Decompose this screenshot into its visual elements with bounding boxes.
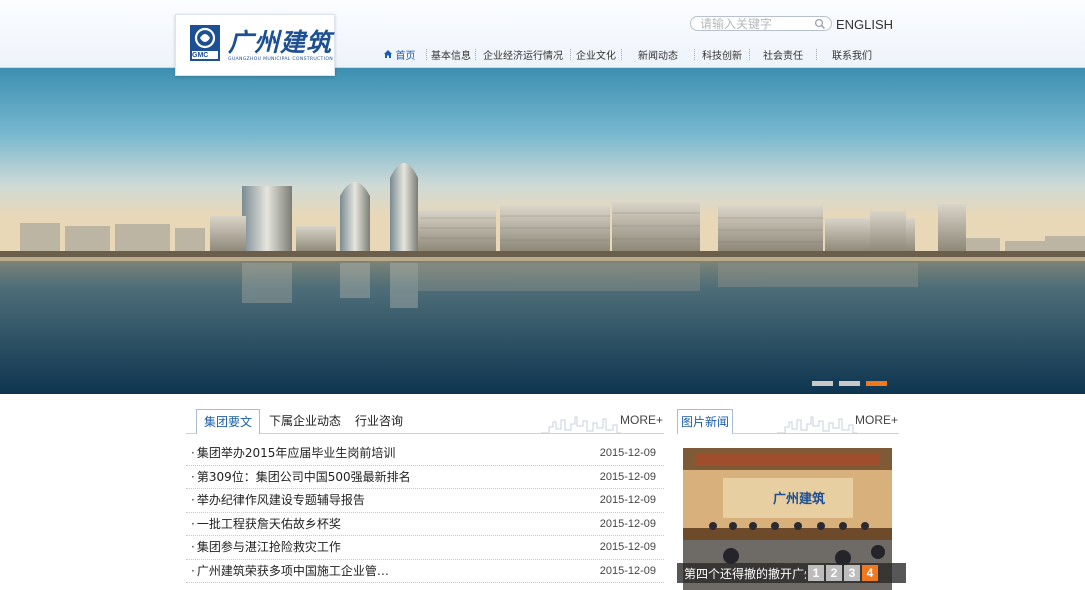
news-date: 2015-12-09 bbox=[599, 470, 656, 483]
site-header: ENGLISH 首页 基本信息企业经济运行情况 企业文化 新闻动态 科技创新 社会责任 联系… bbox=[0, 0, 1085, 68]
banner-pager bbox=[812, 381, 887, 386]
news-title-link[interactable]: 举办纪律作风建设专题辅导报告 bbox=[191, 489, 365, 512]
news-date: 2015-12-09 bbox=[599, 447, 656, 459]
news-date: 2015-12-09 bbox=[599, 494, 656, 506]
picture-page-3[interactable]: 3 bbox=[844, 565, 860, 581]
news-list-item[interactable]: 集团举办2015年应届毕业生岗前培训 2015-12-09 bbox=[186, 442, 664, 466]
news-more-link[interactable]: MORE+ bbox=[620, 413, 663, 427]
picture-page-1[interactable]: 1 bbox=[808, 565, 824, 581]
news-date: 2015-12-09 bbox=[599, 517, 656, 530]
picture-news-more-link[interactable]: MORE+ bbox=[855, 413, 898, 427]
nav-item-label: 首页 bbox=[395, 50, 416, 62]
nav-item-1[interactable]: 基本信息 bbox=[427, 47, 475, 62]
hero-banner[interactable] bbox=[0, 68, 1085, 394]
nav-item-6[interactable]: 社会责任 bbox=[750, 47, 816, 62]
english-link[interactable]: ENGLISH bbox=[836, 17, 893, 32]
news-tab-2[interactable]: 行业咨询 bbox=[348, 409, 410, 433]
news-panel: MORE+ 集团要文下属企业动态行业咨询 集团举办2015年应届毕业生岗前培训 2… bbox=[186, 406, 664, 584]
news-list-item[interactable]: 广州建筑荣获多项中国施工企业管… 2015-12-09 bbox=[186, 560, 664, 583]
news-title-link[interactable]: 第309位：集团公司中国500强最新排名 bbox=[191, 466, 411, 489]
banner-dot-1[interactable] bbox=[812, 381, 833, 386]
news-title-link[interactable]: 一批工程获詹天佑故乡杯奖 bbox=[191, 513, 341, 536]
nav-item-label: 新闻动态 bbox=[638, 50, 678, 62]
nav-item-label: 基本信息 bbox=[431, 50, 471, 62]
nav-item-3[interactable]: 企业文化 bbox=[571, 47, 621, 62]
news-date: 2015-12-09 bbox=[599, 564, 656, 577]
news-list-item[interactable]: 一批工程获詹天佑故乡杯奖 2015-12-09 bbox=[186, 513, 664, 536]
nav-item-label: 企业文化 bbox=[576, 50, 616, 62]
picture-news-caption[interactable]: 第四个还得撤的撤开广州建筑 bbox=[684, 565, 806, 582]
skyline-decoration-icon bbox=[541, 416, 621, 434]
picture-news-panel: 图片新闻 MORE+ 广州建筑 第四个还得撤的撤开广州建筑 12 bbox=[677, 406, 906, 590]
news-list: 集团举办2015年应届毕业生岗前培训2015-12-09第309位：集团公司中国… bbox=[186, 442, 664, 583]
photo-banner-logo-text: 广州建筑 bbox=[773, 492, 826, 507]
picture-page-4[interactable]: 4 bbox=[862, 565, 878, 581]
news-title-link[interactable]: 集团参与湛江抢险救灾工作 bbox=[191, 536, 341, 559]
site-logo[interactable]: GMC 广州建筑 GUANGZHOU MUNICIPAL CONSTRUCTIO… bbox=[175, 14, 335, 76]
banner-dot-3[interactable] bbox=[866, 381, 887, 386]
home-icon bbox=[383, 50, 392, 58]
picture-news-caption-bar: 第四个还得撤的撤开广州建筑 1234 bbox=[677, 563, 906, 583]
news-tab-0[interactable]: 集团要文 bbox=[196, 409, 261, 435]
news-list-item[interactable]: 举办纪律作风建设专题辅导报告 2015-12-09 bbox=[186, 489, 664, 513]
banner-image bbox=[0, 68, 1085, 394]
nav-item-5[interactable]: 科技创新 bbox=[695, 47, 749, 62]
picture-page-2[interactable]: 2 bbox=[826, 565, 842, 581]
news-title-link[interactable]: 广州建筑荣获多项中国施工企业管… bbox=[191, 560, 389, 583]
news-list-item[interactable]: 第309位：集团公司中国500强最新排名 2015-12-09 bbox=[186, 466, 664, 489]
banner-dot-2[interactable] bbox=[839, 381, 860, 386]
search-input[interactable] bbox=[700, 17, 812, 30]
main-nav: 首页 基本信息 企业经济运行情况 企业文化 新闻动态 科技创新 社会责任 联系我们 bbox=[372, 46, 887, 62]
skyline-decoration-icon bbox=[777, 416, 857, 434]
picture-news-tab[interactable]: 图片新闻 bbox=[677, 409, 734, 435]
nav-item-0[interactable]: 首页 bbox=[372, 47, 426, 62]
search-icon[interactable] bbox=[814, 18, 826, 30]
news-list-item[interactable]: 集团参与湛江抢险救灾工作 2015-12-09 bbox=[186, 536, 664, 560]
nav-item-7[interactable]: 联系我们 bbox=[817, 47, 887, 62]
nav-item-label: 企业经济运行情况 bbox=[483, 50, 563, 62]
nav-item-label: 科技创新 bbox=[702, 50, 742, 62]
news-date: 2015-12-09 bbox=[599, 541, 656, 553]
logo-subtitle: GUANGZHOU MUNICIPAL CONSTRUCTION bbox=[228, 57, 333, 62]
news-tab-1[interactable]: 下属企业动态 bbox=[262, 409, 348, 433]
picture-news-pager: 1234 bbox=[808, 565, 878, 581]
nav-item-4[interactable]: 新闻动态 bbox=[622, 47, 694, 62]
logo-wordmark: 广州建筑 bbox=[228, 28, 333, 57]
logo-badge-text: GMC bbox=[192, 52, 209, 59]
nav-item-label: 联系我们 bbox=[832, 50, 872, 62]
search-box bbox=[690, 16, 832, 31]
picture-news-header: 图片新闻 MORE+ bbox=[677, 406, 899, 435]
nav-item-label: 社会责任 bbox=[763, 50, 803, 62]
news-tabs: MORE+ 集团要文 下属企业动态 行业咨询 bbox=[186, 406, 664, 435]
news-title-link[interactable]: 集团举办2015年应届毕业生岗前培训 bbox=[191, 442, 396, 465]
nav-item-2[interactable]: 企业经济运行情况 bbox=[476, 47, 570, 62]
